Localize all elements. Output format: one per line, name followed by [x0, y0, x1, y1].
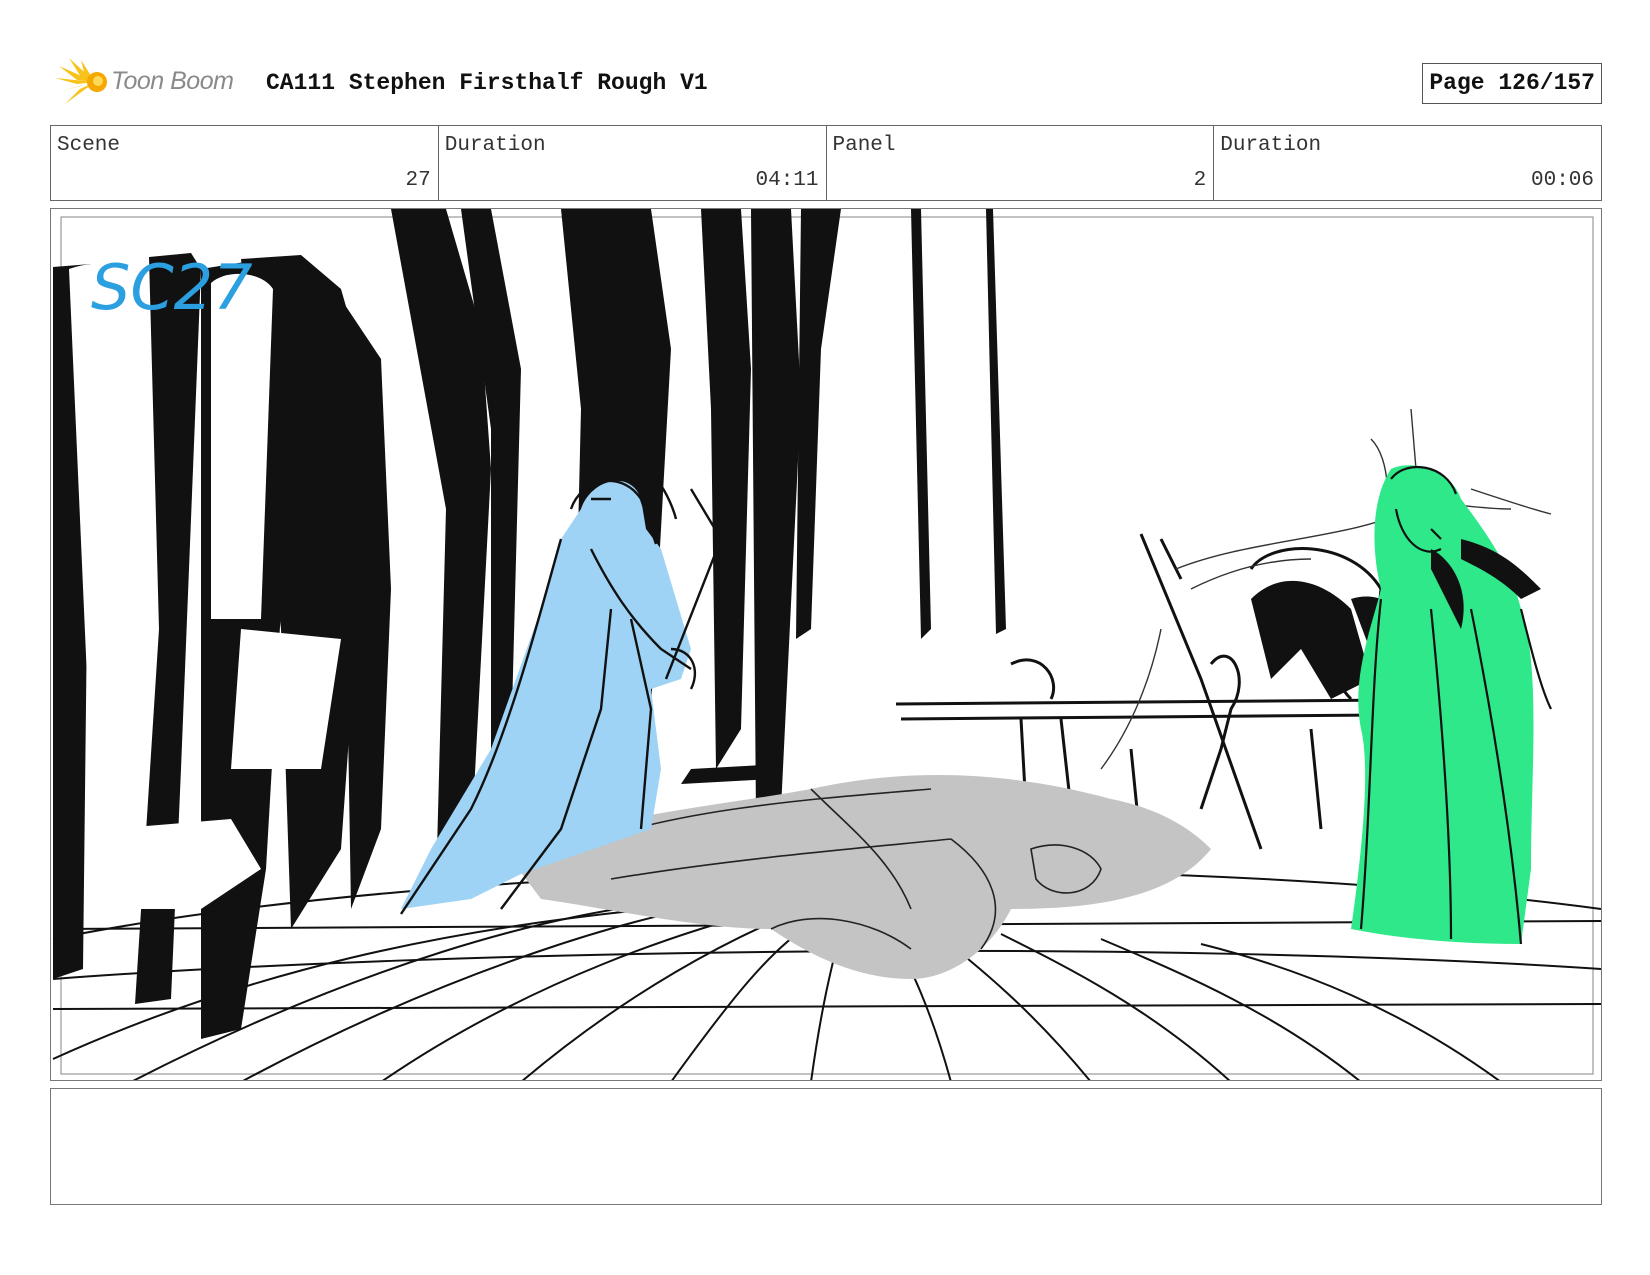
starburst-icon: [55, 58, 107, 104]
panel-duration-value: 00:06: [1530, 169, 1594, 192]
scene-value: 27: [405, 169, 431, 192]
panel-value: 2: [1193, 169, 1207, 192]
toon-boom-logo: Toon Boom: [55, 58, 245, 108]
storyboard-panel: SC27: [50, 208, 1602, 1081]
panel-duration-cell: Duration 00:06: [1214, 126, 1601, 200]
panel-notes-box[interactable]: [50, 1088, 1602, 1205]
scene-duration-label: Duration: [444, 134, 546, 157]
scene-duration-cell: Duration 04:11: [439, 126, 827, 200]
handwritten-scene-note: SC27: [91, 251, 253, 324]
page-header: Toon Boom CA111 Stephen Firsthalf Rough …: [50, 58, 1602, 108]
page-number: Page 126/157: [1422, 63, 1602, 104]
logo-text: Toon Boom: [111, 67, 234, 95]
panel-label: Panel: [832, 134, 896, 157]
lady-figure: [1351, 465, 1552, 945]
panel-duration-label: Duration: [1220, 134, 1322, 157]
document-title: CA111 Stephen Firsthalf Rough V1: [266, 70, 708, 96]
scene-duration-value: 04:11: [755, 169, 819, 192]
panel-sketch: SC27: [52, 209, 1601, 1080]
scene-info-table: Scene 27 Duration 04:11 Panel 2 Duration…: [50, 125, 1602, 201]
panel-cell: Panel 2: [827, 126, 1215, 200]
scene-cell: Scene 27: [51, 126, 439, 200]
scene-label: Scene: [57, 134, 121, 157]
